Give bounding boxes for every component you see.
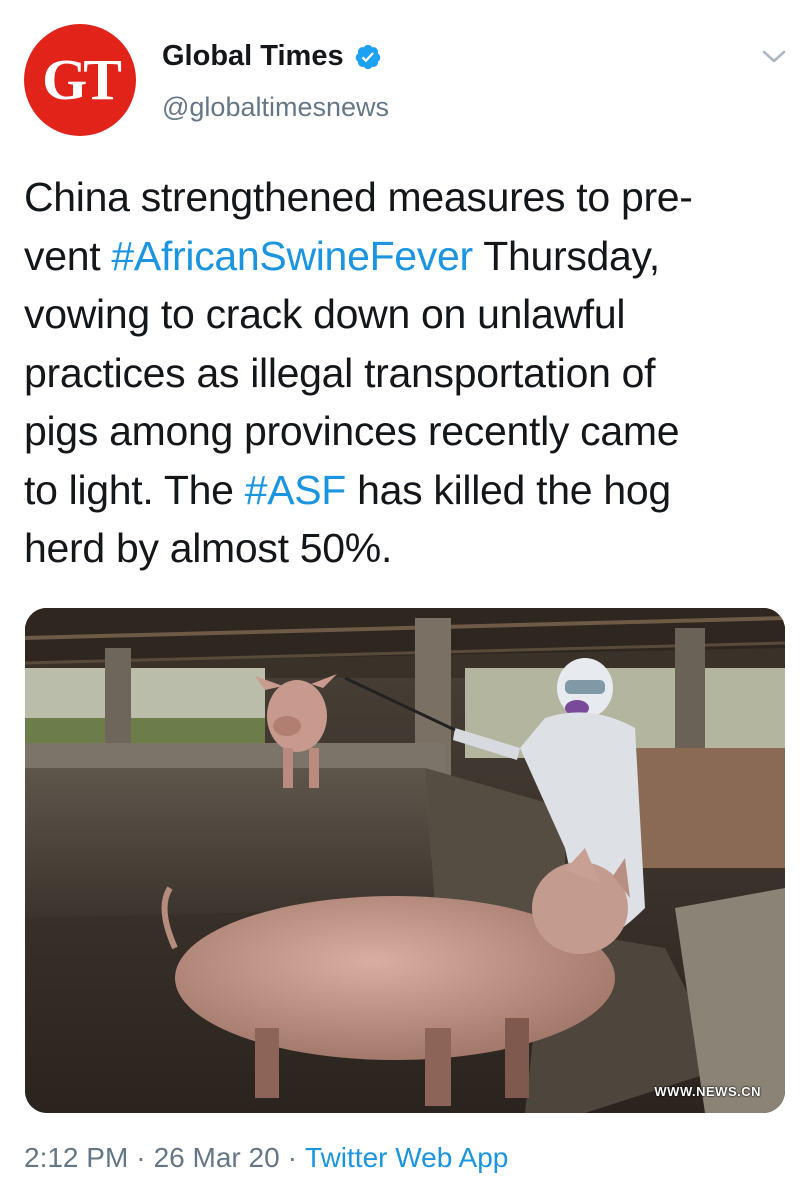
- tweet-date[interactable]: 26 Mar 20: [154, 1142, 280, 1173]
- tweet-text-line: vent #AfricanSwineFever Thursday,: [24, 227, 794, 286]
- tweet-text-line: pigs among provinces recently came: [24, 402, 794, 461]
- display-name[interactable]: Global Times: [162, 40, 344, 73]
- tweet-text-segment: practices as illegal transportation of: [24, 349, 656, 396]
- meta-separator: ·: [136, 1142, 146, 1173]
- hashtag-link[interactable]: #AfricanSwineFever: [111, 233, 473, 279]
- chevron-down-icon[interactable]: [760, 46, 788, 68]
- tweet-text-line: to light. The #ASF has killed the hog: [24, 461, 794, 520]
- tweet-meta: 2:12 PM · 26 Mar 20 · Twitter Web App: [24, 1142, 508, 1174]
- tweet-header: GT Global Times @globaltimesnews: [0, 0, 810, 150]
- tweet-source-link[interactable]: Twitter Web App: [305, 1142, 508, 1173]
- tweet-text-segment: China strengthened measures to pre-: [24, 174, 693, 220]
- tweet-text-line: practices as illegal transportation of: [24, 344, 794, 403]
- verified-badge-icon: [355, 44, 380, 69]
- tweet-photo[interactable]: WWW.NEWS.CN: [25, 608, 785, 1113]
- tweet-text-line: vowing to crack down on unlawful: [24, 285, 794, 344]
- avatar[interactable]: GT: [24, 24, 136, 136]
- tweet-time[interactable]: 2:12 PM: [24, 1142, 128, 1173]
- avatar-logo-text: GT: [42, 47, 122, 112]
- tweet-text-segment: to light. The: [24, 466, 245, 513]
- tweet-text-line: China strengthened measures to pre-: [24, 168, 794, 227]
- tweet-text: China strengthened measures to pre-vent …: [24, 168, 794, 578]
- handle[interactable]: @globaltimesnews: [162, 92, 389, 123]
- photo-watermark: WWW.NEWS.CN: [654, 1084, 761, 1099]
- meta-separator: ·: [287, 1142, 298, 1173]
- tweet-text-segment: Thursday,: [472, 232, 660, 279]
- name-row: Global Times: [162, 40, 382, 73]
- pig-farm-photo: [25, 608, 785, 1113]
- tweet-text-line: herd by almost 50%.: [24, 519, 794, 578]
- hashtag-link[interactable]: #ASF: [245, 467, 347, 513]
- tweet-text-segment: herd by almost 50%.: [24, 525, 393, 571]
- tweet-text-segment: pigs among provinces recently came: [24, 408, 680, 454]
- tweet-text-segment: has killed the hog: [346, 466, 671, 513]
- tweet-text-segment: vent: [24, 232, 112, 279]
- tweet-text-segment: vowing to crack down on unlawful: [24, 291, 626, 337]
